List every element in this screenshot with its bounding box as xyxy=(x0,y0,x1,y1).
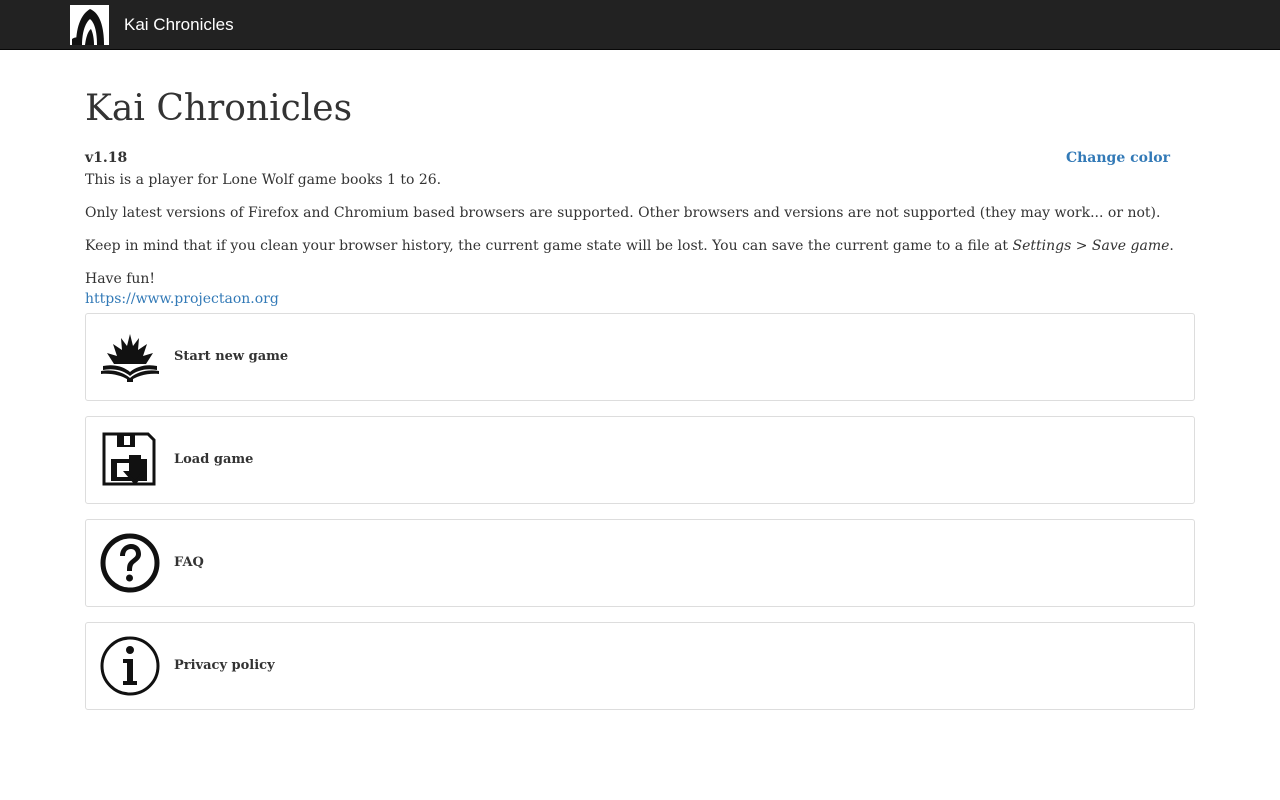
flaming-book-icon xyxy=(99,326,161,388)
have-fun-text: Have fun! xyxy=(85,271,156,287)
settings-menu-ref: Settings xyxy=(1012,238,1072,254)
history-warning: Keep in mind that if you clean your brow… xyxy=(85,237,1195,256)
history-warning-suffix: . xyxy=(1169,238,1174,254)
menu-item-label: Privacy policy xyxy=(174,657,275,673)
hooded-figure-icon[interactable] xyxy=(70,5,109,45)
projectaon-link[interactable]: https://www.projectaon.org xyxy=(85,289,279,309)
change-color-link[interactable]: Change color xyxy=(1066,149,1170,169)
page-title: Kai Chronicles xyxy=(85,88,353,129)
privacy-policy-button[interactable]: Privacy policy xyxy=(85,621,1195,710)
main-menu: Start new game Load game FAQ Privacy pol… xyxy=(85,312,1195,710)
top-navbar: Kai Chronicles xyxy=(0,0,1280,50)
intro-text: This is a player for Lone Wolf game book… xyxy=(85,172,442,188)
info-icon xyxy=(99,635,161,697)
main-content: Kai Chronicles v1.18 Change color This i… xyxy=(85,51,1195,725)
start-new-game-button[interactable]: Start new game xyxy=(85,312,1195,401)
menu-item-label: FAQ xyxy=(174,554,204,570)
history-warning-prefix: Keep in mind that if you clean your brow… xyxy=(85,238,1013,254)
faq-button[interactable]: FAQ xyxy=(85,518,1195,607)
version-label: v1.18 xyxy=(85,150,128,166)
question-mark-icon xyxy=(99,532,161,594)
menu-item-label: Load game xyxy=(174,451,254,467)
navbar-brand[interactable]: Kai Chronicles xyxy=(124,14,234,36)
load-game-button[interactable]: Load game xyxy=(85,415,1195,504)
version-row: v1.18 Change color xyxy=(85,149,1195,171)
floppy-load-icon xyxy=(99,429,161,491)
save-game-ref: Save game xyxy=(1091,238,1170,254)
browser-support-text: Only latest versions of Firefox and Chro… xyxy=(85,205,1161,221)
menu-path-separator: > xyxy=(1071,238,1092,254)
menu-item-label: Start new game xyxy=(174,348,289,364)
